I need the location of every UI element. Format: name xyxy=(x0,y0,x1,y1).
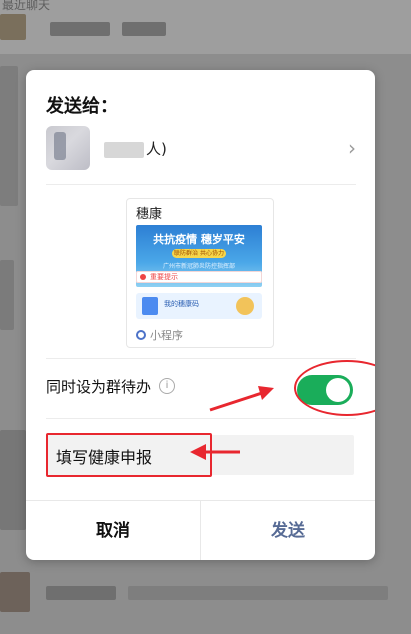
share-dialog: 发送给： 人) › 穗康 共抗疫情 穗岁平安 联防群治 共心协力 广州市新冠肺炎… xyxy=(26,70,375,560)
chat-avatar xyxy=(0,572,30,612)
banner-subtitle: 广州市新冠肺炎防控指挥部 xyxy=(162,263,235,270)
health-code-icon xyxy=(142,297,158,315)
annotation-circle xyxy=(294,360,375,416)
recipient-name-blur xyxy=(104,142,144,158)
cancel-button[interactable]: 取消 xyxy=(26,501,200,560)
chat-preview-blur xyxy=(128,586,388,600)
banner-headline: 共抗疫情 穗岁平安 xyxy=(153,233,245,246)
group-todo-label: 同时设为群待办 xyxy=(46,378,152,396)
mini-program-card: 穗康 共抗疫情 穗岁平安 联防群治 共心协力 广州市新冠肺炎防控指挥部 重要提示… xyxy=(126,198,274,348)
dialog-title: 发送给： xyxy=(46,96,118,117)
card-health-code-tile: 我的穗康码 xyxy=(136,293,262,319)
mini-program-label: 小程序 xyxy=(150,329,183,342)
health-code-text: 我的穗康码 xyxy=(164,300,199,308)
send-button[interactable]: 发送 xyxy=(201,501,375,560)
chat-name-blur xyxy=(122,22,166,36)
mascot-icon xyxy=(236,297,254,315)
banner-pill: 联防群治 共心协力 xyxy=(172,249,226,258)
annotation-rectangle xyxy=(46,433,212,477)
card-alert-bar: 重要提示 xyxy=(136,271,262,283)
chevron-right-icon: › xyxy=(348,136,356,160)
chat-avatar xyxy=(0,260,14,330)
recent-chats-label: 最近聊天 xyxy=(2,0,51,12)
info-icon[interactable]: i xyxy=(159,378,175,394)
dialog-footer: 取消 发送 xyxy=(26,500,375,560)
chat-avatars-column xyxy=(0,66,18,206)
divider xyxy=(46,358,356,359)
mini-program-icon xyxy=(136,330,146,340)
chat-name-blur xyxy=(46,586,116,600)
chat-avatar xyxy=(0,430,26,530)
card-footer: 小程序 xyxy=(136,327,183,343)
chat-name-blur xyxy=(50,22,110,36)
divider xyxy=(46,184,356,185)
alert-dot-icon xyxy=(140,274,146,280)
recipient-avatar xyxy=(46,126,90,170)
alert-text: 重要提示 xyxy=(150,273,178,281)
recipient-row[interactable]: 人) › xyxy=(46,120,356,180)
divider xyxy=(46,418,356,419)
card-title: 穗康 xyxy=(136,207,163,222)
chat-avatar xyxy=(0,14,26,40)
recipient-name: 人) xyxy=(146,140,167,158)
